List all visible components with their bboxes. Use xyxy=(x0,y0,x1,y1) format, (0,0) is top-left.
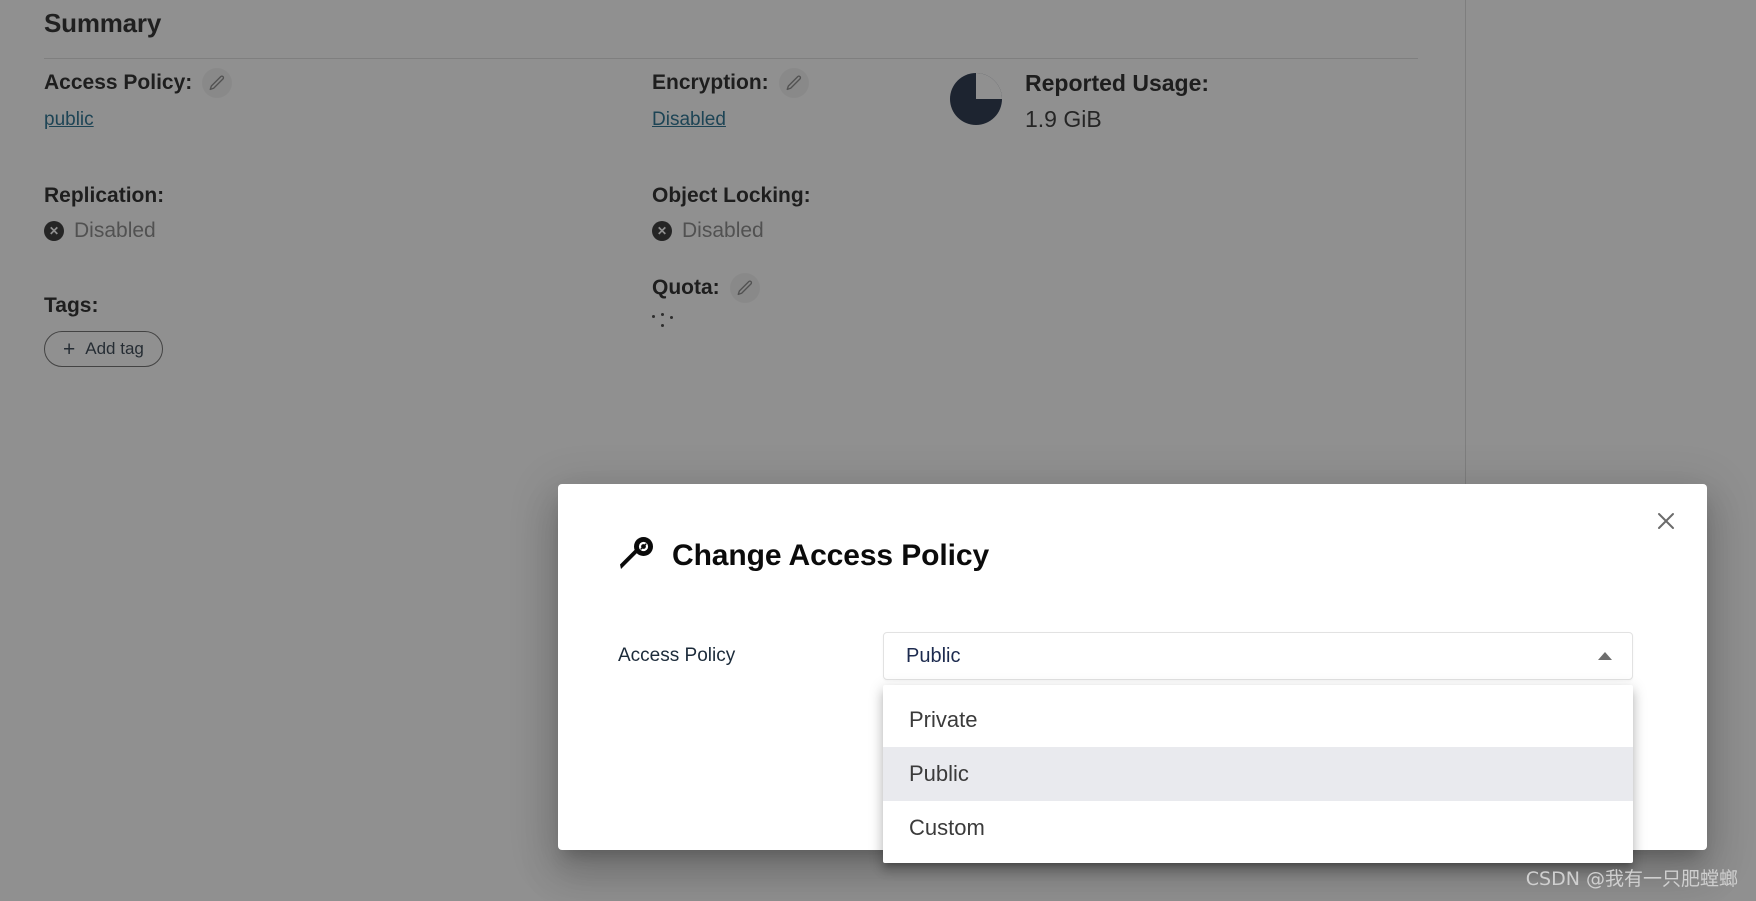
access-policy-select[interactable]: Public xyxy=(883,632,1633,680)
key-icon xyxy=(618,536,656,575)
access-policy-form-row: Access Policy Public Private Public Cust… xyxy=(618,632,1648,863)
change-access-policy-dialog: Change Access Policy Access Policy Publi… xyxy=(558,484,1707,863)
option-public[interactable]: Public xyxy=(883,747,1633,801)
option-custom-label: Custom xyxy=(909,815,985,840)
access-policy-selected-value: Public xyxy=(906,644,961,667)
close-x-icon[interactable] xyxy=(1649,504,1683,538)
option-custom[interactable]: Custom xyxy=(883,801,1633,855)
app-root: Summary Access Policy: xyxy=(0,0,1756,901)
access-policy-field-label: Access Policy xyxy=(618,645,736,666)
option-private[interactable]: Private xyxy=(883,693,1633,747)
access-policy-select-wrap: Public Private Public Custom xyxy=(883,632,1633,863)
option-public-label: Public xyxy=(909,761,969,786)
dialog-title-row: Change Access Policy xyxy=(618,536,989,575)
dialog-title: Change Access Policy xyxy=(672,538,990,572)
option-private-label: Private xyxy=(909,707,978,732)
access-policy-options-menu: Private Public Custom xyxy=(883,685,1633,863)
chevron-up-icon[interactable] xyxy=(1598,652,1612,660)
